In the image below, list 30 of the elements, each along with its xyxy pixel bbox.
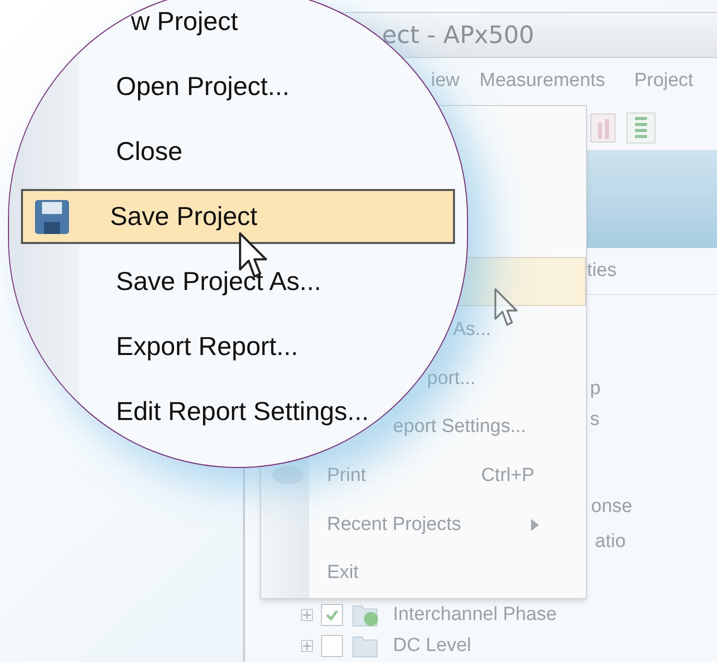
mouse-pointer-icon: [494, 288, 518, 326]
tree-item-label: onse: [591, 495, 632, 520]
menu-item[interactable]: Recent Projects: [327, 510, 462, 540]
tab[interactable]: ties: [587, 256, 617, 286]
tree-item-label: s: [590, 408, 600, 432]
menu-item[interactable]: Close: [116, 132, 182, 171]
menu-item[interactable]: w Project: [131, 2, 238, 41]
plus-icon: [303, 642, 311, 650]
expand-button[interactable]: [301, 609, 313, 622]
plus-icon: [303, 611, 311, 620]
checkbox[interactable]: [321, 635, 343, 658]
shortcut-label: Ctrl+P: [481, 464, 534, 488]
tree-item-label: DC Level: [393, 634, 472, 658]
menu-item[interactable]: Export Report...: [116, 327, 298, 366]
menu-bar-item[interactable]: Project: [634, 67, 694, 96]
menu-item[interactable]: Save Project As...: [116, 262, 322, 301]
chart-icon[interactable]: [590, 112, 616, 142]
menu-item[interactable]: Edit Report Settings...: [116, 392, 369, 431]
check-icon: [325, 608, 339, 622]
list-icon[interactable]: [626, 112, 656, 144]
tree-item-label: Interchannel Phase: [393, 602, 557, 627]
menu-bar-item[interactable]: Measurements: [480, 67, 606, 96]
menu-item[interactable]: Save Project: [21, 189, 455, 244]
menu-item[interactable]: Exit: [327, 559, 359, 588]
window-title: ect - APx500: [382, 20, 534, 52]
tree-item-label: atio: [595, 530, 626, 554]
tree-item-label: p: [590, 376, 601, 401]
checkbox[interactable]: [321, 604, 343, 626]
expand-button[interactable]: [301, 640, 313, 652]
menu-item[interactable]: Open Project...: [116, 67, 290, 106]
